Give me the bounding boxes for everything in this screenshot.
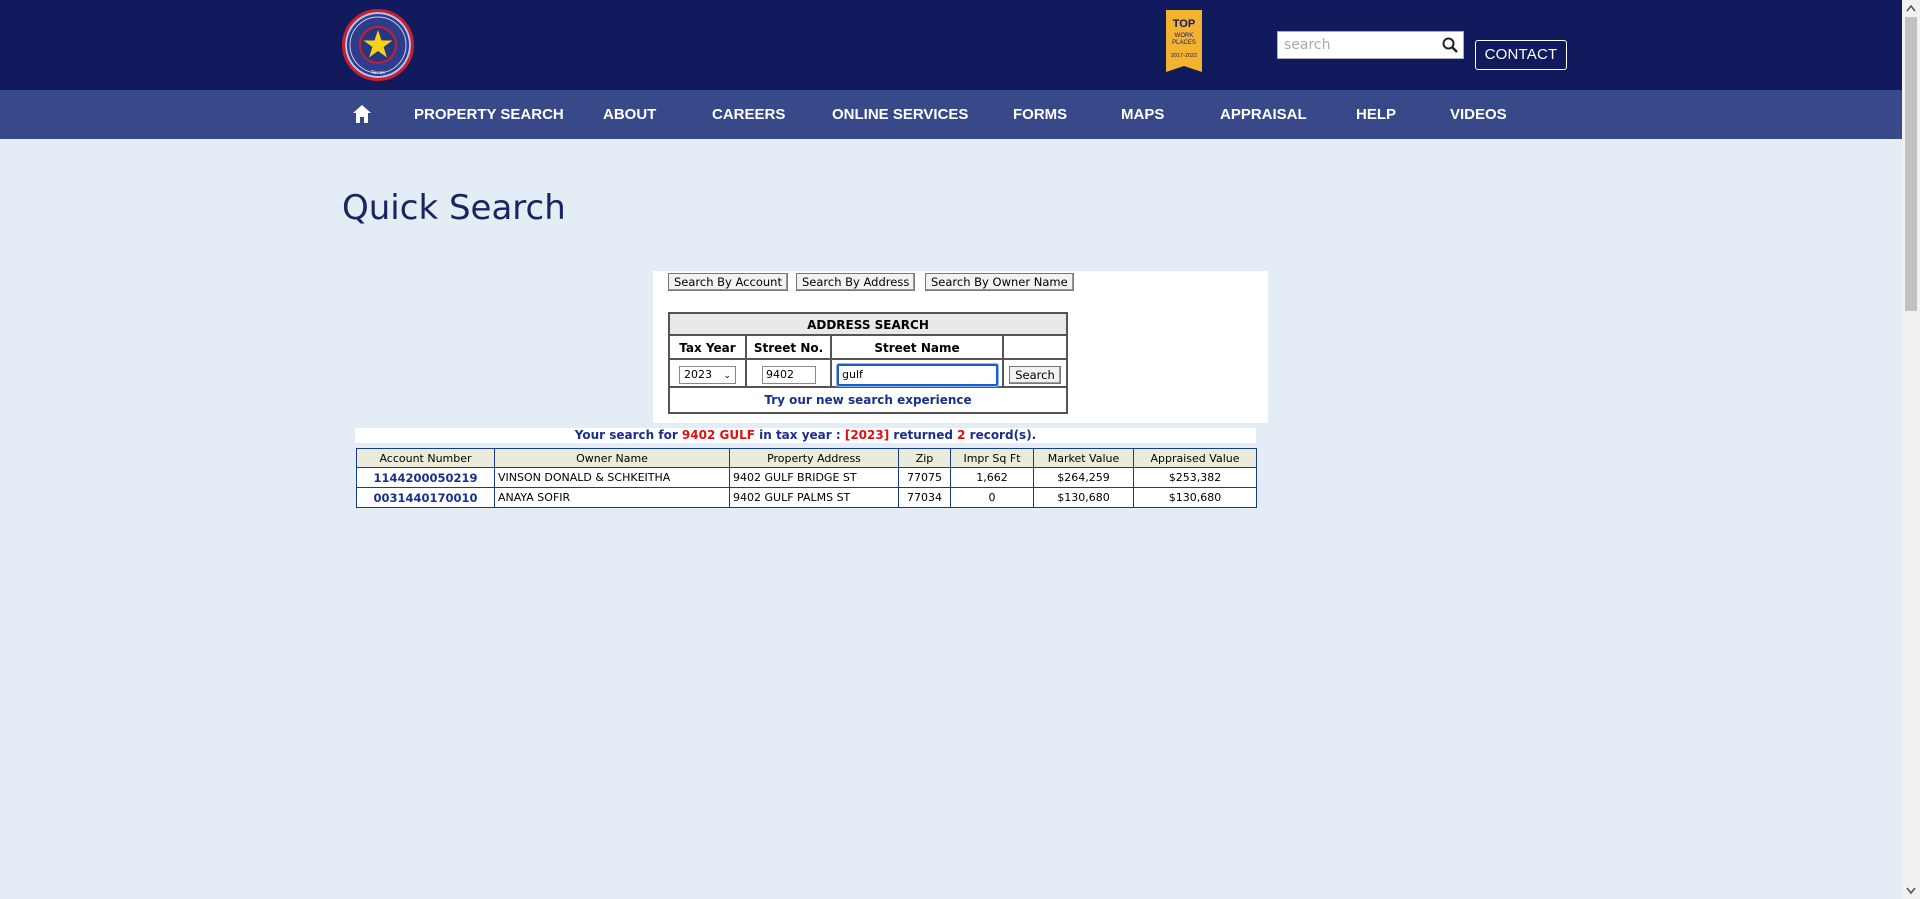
street-no-cell: 9402 xyxy=(747,360,832,388)
scroll-up-arrow-icon[interactable] xyxy=(1902,0,1920,17)
svg-text:WORK: WORK xyxy=(1175,33,1194,39)
hcad-logo[interactable]: Texas xyxy=(342,9,414,81)
chevron-down-icon: ⌄ xyxy=(723,371,731,381)
search-by-account-button[interactable]: Search By Account xyxy=(668,273,788,291)
svg-text:TOP: TOP xyxy=(1173,18,1195,30)
col-market-value: Market Value xyxy=(1033,448,1134,468)
svg-text:Texas: Texas xyxy=(370,70,385,76)
contact-button[interactable]: CONTACT xyxy=(1475,40,1567,70)
vertical-scrollbar[interactable] xyxy=(1902,0,1920,899)
appraised-value: $253,382 xyxy=(1133,467,1257,488)
tax-year-select[interactable]: 2023 ⌄ xyxy=(679,366,736,384)
home-icon[interactable] xyxy=(352,104,372,124)
market-value: $264,259 xyxy=(1033,467,1134,488)
result-summary: Your search for 9402 GULF in tax year : … xyxy=(355,428,1256,443)
site-search[interactable] xyxy=(1277,31,1464,59)
nav-about[interactable]: ABOUT xyxy=(603,90,656,139)
tax-year-cell: 2023 ⌄ xyxy=(670,360,747,388)
account-number-link[interactable]: 1144200050219 xyxy=(356,467,495,488)
search-icon[interactable] xyxy=(1441,36,1459,54)
search-by-owner-name-button[interactable]: Search By Owner Name xyxy=(925,273,1074,291)
result-message: Your search for 9402 GULF in tax year : … xyxy=(355,428,1256,443)
col-owner-name: Owner Name xyxy=(494,448,730,468)
col-appraised-value: Appraised Value xyxy=(1133,448,1257,468)
nav-help[interactable]: HELP xyxy=(1356,90,1396,139)
zip: 77075 xyxy=(898,467,951,488)
street-no-header: Street No. xyxy=(747,336,832,360)
results-header-row: Account Number Owner Name Property Addre… xyxy=(356,448,1257,468)
street-no-input[interactable]: 9402 xyxy=(762,366,816,384)
results-table: Account Number Owner Name Property Addre… xyxy=(356,448,1257,508)
col-property-address: Property Address xyxy=(729,448,899,468)
col-account-number: Account Number xyxy=(356,448,495,468)
owner-name: ANAYA SOFIR xyxy=(494,487,730,508)
account-number-link[interactable]: 0031440170010 xyxy=(356,487,495,508)
result-suffix: record(s). xyxy=(965,428,1037,442)
street-name-input[interactable]: gulf xyxy=(837,364,998,386)
result-query: 9402 GULF xyxy=(681,428,755,442)
street-name-header: Street Name xyxy=(832,336,1004,360)
table-row: 0031440170010 ANAYA SOFIR 9402 GULF PALM… xyxy=(356,487,1257,508)
col-impr-sq-ft: Impr Sq Ft xyxy=(950,448,1034,468)
scroll-down-arrow-icon[interactable] xyxy=(1902,882,1920,899)
owner-name: VINSON DONALD & SCHKEITHA xyxy=(494,467,730,488)
col-zip: Zip xyxy=(898,448,951,468)
site-header: Texas TOP WORK PLACES 2017-2022 CONTACT xyxy=(0,0,1902,90)
tax-year-header: Tax Year xyxy=(670,336,747,360)
result-returned: returned xyxy=(889,428,958,442)
nav-videos[interactable]: VIDEOS xyxy=(1450,90,1507,139)
search-by-address-button[interactable]: Search By Address xyxy=(796,273,916,291)
nav-careers[interactable]: CAREERS xyxy=(712,90,785,139)
nav-maps[interactable]: MAPS xyxy=(1121,90,1164,139)
nav-property-search[interactable]: PROPERTY SEARCH xyxy=(414,90,564,139)
quick-search-panel: Search By Account Search By Address Sear… xyxy=(653,271,1268,423)
market-value: $130,680 xyxy=(1033,487,1134,508)
impr-sq-ft: 0 xyxy=(950,487,1034,508)
svg-text:PLACES: PLACES xyxy=(1172,40,1196,46)
site-search-input[interactable] xyxy=(1284,36,1434,54)
property-address: 9402 GULF PALMS ST xyxy=(729,487,899,508)
address-search-button[interactable]: Search xyxy=(1009,366,1061,384)
address-search-heading: ADDRESS SEARCH xyxy=(670,314,1066,336)
main-nav: PROPERTY SEARCH ABOUT CAREERS ONLINE SER… xyxy=(0,90,1902,139)
result-year: [2023] xyxy=(844,428,890,442)
result-middle: in tax year : xyxy=(754,428,845,442)
scrollbar-thumb[interactable] xyxy=(1905,17,1917,311)
search-button-cell: Search xyxy=(1004,360,1066,388)
appraised-value: $130,680 xyxy=(1133,487,1257,508)
empty-header-cell xyxy=(1004,336,1066,360)
svg-text:2017-2022: 2017-2022 xyxy=(1171,53,1197,59)
street-name-cell: gulf xyxy=(832,360,1004,388)
impr-sq-ft: 1,662 xyxy=(950,467,1034,488)
nav-appraisal[interactable]: APPRAISAL xyxy=(1220,90,1307,139)
top-workplaces-badge: TOP WORK PLACES 2017-2022 xyxy=(1164,10,1204,78)
new-search-experience-link[interactable]: Try our new search experience xyxy=(670,390,1066,412)
result-prefix: Your search for xyxy=(574,428,682,442)
nav-online-services[interactable]: ONLINE SERVICES xyxy=(832,90,968,139)
address-search-form: ADDRESS SEARCH Tax Year Street No. Stree… xyxy=(668,312,1068,414)
zip: 77034 xyxy=(898,487,951,508)
tax-year-value: 2023 xyxy=(684,368,712,381)
property-address: 9402 GULF BRIDGE ST xyxy=(729,467,899,488)
nav-forms[interactable]: FORMS xyxy=(1013,90,1067,139)
table-row: 1144200050219 VINSON DONALD & SCHKEITHA … xyxy=(356,467,1257,488)
page-title: Quick Search xyxy=(342,188,566,228)
